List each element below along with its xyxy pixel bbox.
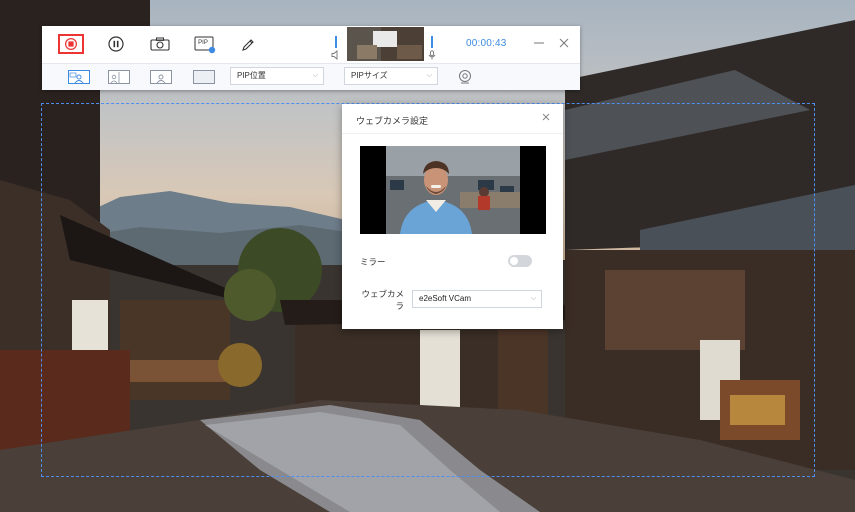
- camera-icon: [150, 37, 170, 51]
- toggle-knob: [510, 257, 518, 265]
- layout-screen-only-icon: [194, 72, 214, 84]
- dialog-title: ウェブカメラ設定: [356, 116, 429, 126]
- chevron-down-icon: ⌵: [426, 72, 432, 79]
- preview-image: [347, 27, 424, 61]
- minimize-icon[interactable]: [532, 36, 546, 50]
- pip-size-dropdown[interactable]: PIPサイズ ⌵: [344, 67, 438, 85]
- toolbar-main-row: PIP 00:00:43: [42, 26, 580, 64]
- pip-button[interactable]: PIP: [194, 36, 216, 54]
- pip-position-dropdown[interactable]: PIP位置 ⌵: [230, 67, 324, 85]
- chevron-down-icon: ⌵: [312, 72, 318, 79]
- webcam-preview: [360, 146, 546, 234]
- speaker-icon[interactable]: [331, 50, 341, 60]
- layout-screen-only-button[interactable]: [193, 70, 215, 84]
- pause-icon: [108, 36, 124, 52]
- layout-webcam-only-button[interactable]: [150, 70, 172, 84]
- recording-toolbar: PIP 00:00:43 PIP位置 ⌵ PIPサイズ ⌵: [42, 26, 580, 90]
- mirror-toggle[interactable]: [508, 255, 532, 267]
- webcam-settings-dialog: ウェブカメラ設定 ミラー ウェブカメラ e2eSoft VCam ⌵: [342, 104, 563, 329]
- webcam-settings-icon[interactable]: [457, 69, 473, 85]
- layout-side-by-side-icon: [110, 72, 120, 84]
- dialog-divider: [342, 133, 563, 134]
- pip-size-value: PIPサイズ: [351, 71, 388, 80]
- webcam-preview-thumbnail[interactable]: [347, 27, 424, 61]
- close-icon[interactable]: [540, 111, 552, 123]
- pip-position-value: PIP位置: [237, 71, 266, 80]
- close-icon[interactable]: [557, 36, 571, 50]
- microphone-icon[interactable]: [427, 50, 437, 60]
- annotate-button[interactable]: [238, 36, 258, 54]
- screenshot-button[interactable]: [149, 36, 171, 52]
- stop-icon: [65, 38, 77, 50]
- toolbar-layout-row: PIP位置 ⌵ PIPサイズ ⌵: [42, 64, 580, 90]
- webcam-label: ウェブカメラ: [361, 289, 404, 311]
- webcam-select-value: e2eSoft VCam: [419, 294, 472, 303]
- webcam-select[interactable]: e2eSoft VCam ⌵: [412, 290, 542, 308]
- webcam-image: [360, 146, 546, 234]
- mirror-label: ミラー: [360, 257, 386, 267]
- layout-side-by-side-button[interactable]: [108, 70, 130, 84]
- chevron-down-icon: ⌵: [530, 295, 536, 302]
- layout-pip-top-button[interactable]: [68, 70, 90, 84]
- layout-pip-top-icon: [69, 72, 84, 84]
- layout-webcam-only-icon: [156, 74, 166, 84]
- speaker-volume-bar[interactable]: [335, 36, 337, 48]
- pause-button[interactable]: [106, 35, 126, 53]
- stop-button[interactable]: [58, 34, 84, 54]
- mic-volume-bar[interactable]: [431, 36, 433, 48]
- pen-icon: [242, 39, 254, 51]
- recording-timer: 00:00:43: [466, 38, 507, 49]
- pip-badge-label: PIP: [198, 40, 208, 46]
